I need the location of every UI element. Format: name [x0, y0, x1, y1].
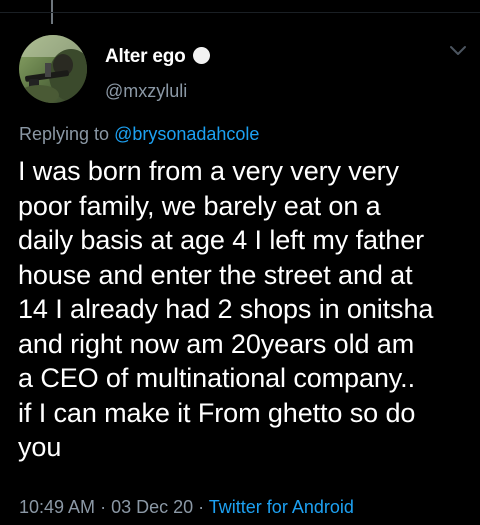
- tweet-meta: 10:49 AM · 03 Dec 20 · Twitter for Andro…: [19, 496, 354, 518]
- author-handle[interactable]: @mxzyluli: [105, 80, 187, 102]
- meta-separator: ·: [193, 497, 209, 517]
- display-name-text: Alter ego: [105, 46, 186, 67]
- tweet-source-link[interactable]: Twitter for Android: [209, 497, 354, 517]
- avatar[interactable]: [19, 35, 87, 103]
- white-circle-icon: [192, 47, 210, 64]
- tweet-text-line: a CEO of multinational company..: [18, 363, 415, 393]
- tweet-date[interactable]: 03 Dec 20: [111, 497, 193, 517]
- tweet-time[interactable]: 10:49 AM: [19, 497, 95, 517]
- tweet-text-line: house and enter the street and at: [18, 259, 413, 290]
- tweet-text-line: poor family, we barely eat on a: [18, 190, 381, 221]
- tweet-text-line: if I can make it From ghetto so do: [18, 397, 416, 428]
- author-display-name[interactable]: Alter ego: [105, 46, 210, 68]
- tweet-text-line: and right now am 20years old am: [18, 328, 415, 359]
- tweet-text-line: you: [18, 432, 62, 462]
- tweet-text-line: 14 I already had 2 shops in onitsha: [18, 294, 434, 324]
- tweet-text-line: I was born from a very very very: [18, 156, 399, 186]
- divider: [0, 12, 480, 13]
- replying-to-prefix: Replying to: [19, 124, 115, 144]
- replying-to: Replying to @brysonadahcole: [19, 123, 259, 145]
- reply-mention-link[interactable]: @brysonadahcole: [114, 124, 259, 144]
- tweet-text: I was born from a very very very poor fa…: [18, 154, 473, 465]
- tweet-text-line: daily basis at age 4 I left my father: [18, 225, 425, 255]
- avatar-image: [19, 35, 87, 103]
- chevron-down-icon[interactable]: [448, 44, 468, 58]
- meta-separator: ·: [95, 497, 112, 517]
